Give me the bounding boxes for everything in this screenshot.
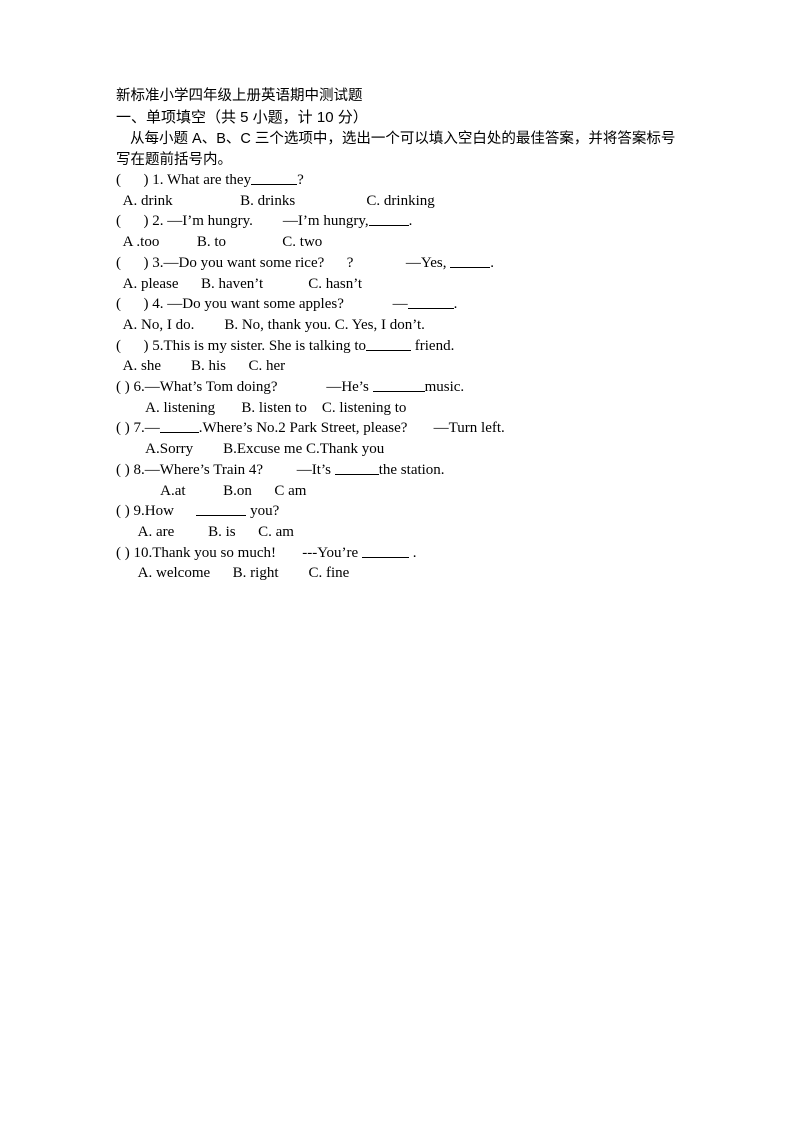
- answer-blank: [450, 253, 491, 268]
- answer-blank: [366, 336, 411, 351]
- question-stem-pre: ( ) 2. —I’m hungry. —I’m hungry,: [116, 213, 369, 230]
- question-stem: ( ) 9.How you?: [116, 501, 716, 522]
- question-stem-post: .Where’s No.2 Park Street, please? —Turn…: [198, 420, 505, 437]
- question-stem: ( ) 6.—What’s Tom doing? —He’s music.: [116, 377, 716, 398]
- question-options: A. please B. haven’t C. hasn’t: [116, 275, 363, 292]
- question-options: A .too B. to C. two: [116, 234, 323, 251]
- question-options: A. welcome B. right C. fine: [116, 565, 350, 582]
- question-stem-pre: ( ) 5.This is my sister. She is talking …: [116, 337, 366, 354]
- question-options: A. drink B. drinks C. drinking: [116, 192, 435, 209]
- question-stem-post: you?: [246, 503, 280, 520]
- question-stem: ( ) 3.—Do you want some rice? ? —Yes, .: [116, 253, 716, 274]
- question-stem-post: .: [490, 254, 495, 271]
- question-options: A.at B.on C am: [116, 482, 307, 499]
- question-stem-post: ?: [297, 172, 304, 188]
- page-title: 新标准小学四年级上册英语期中测试题: [116, 88, 363, 104]
- answer-blank: [159, 419, 199, 434]
- answer-blank: [407, 294, 454, 310]
- question-options: A. listening B. listen to C. listening t…: [116, 399, 407, 416]
- question-stem: ( ) 7.— .Where’s No.2 Park Street, please…: [116, 418, 716, 439]
- question-stem-post: the station.: [378, 461, 445, 478]
- answer-blank: [334, 460, 379, 475]
- answer-blank: [196, 501, 247, 517]
- question-stem-pre: ( ) 10.Thank you so much! ---You’re: [116, 544, 362, 561]
- question-stem-pre: ( ) 8.—Where’s Train 4? —It’s: [116, 461, 335, 478]
- question-stem-pre: ( ) 7.—: [116, 420, 160, 437]
- question-stem-post: .: [453, 296, 458, 313]
- section-instruction: 从每小题 A、B、C 三个选项中，选出一个可以填入空白处的最佳答案，并将答案标号…: [116, 131, 676, 168]
- answer-blank: [368, 212, 409, 227]
- question-stem-post: .: [408, 213, 413, 230]
- question-stem-pre: ( ) 9.How: [116, 503, 197, 520]
- question-stem-post: music.: [424, 379, 465, 396]
- question-stem-pre: ( ) 4. —Do you want some apples? —: [116, 296, 408, 313]
- question-stem-post: .: [408, 544, 417, 561]
- question-stem: ( ) 2. —I’m hungry. —I’m hungry,.: [116, 211, 716, 232]
- question-stem: ( ) 1. What are they?: [116, 170, 716, 191]
- section-heading: 一、单项填空（共 5 小题，计 10 分）: [116, 109, 368, 126]
- question-stem: ( ) 10.Thank you so much! ---You’re .: [116, 543, 716, 564]
- question-options: A. she B. his C. her: [116, 358, 286, 375]
- answer-blank: [361, 543, 409, 558]
- document-body: 新标准小学四年级上册英语期中测试题 一、单项填空（共 5 小题，计 10 分） …: [116, 86, 716, 584]
- question-stem-pre: ( ) 1. What are they: [116, 172, 252, 188]
- question-options: A. No, I do. B. No, thank you. C. Yes, I…: [116, 316, 425, 333]
- question-stem: ( ) 8.—Where’s Train 4? —It’s the statio…: [116, 460, 716, 481]
- question-stem: ( ) 5.This is my sister. She is talking …: [116, 336, 716, 357]
- question-stem: ( ) 4. —Do you want some apples? —.: [116, 294, 716, 315]
- document-page: 新标准小学四年级上册英语期中测试题 一、单项填空（共 5 小题，计 10 分） …: [0, 0, 794, 1123]
- answer-blank: [372, 377, 425, 393]
- answer-blank: [251, 170, 298, 185]
- question-options: A. are B. is C. am: [116, 523, 294, 540]
- question-options: A.Sorry B.Excuse me C.Thank you: [116, 441, 385, 458]
- question-stem-pre: ( ) 3.—Do you want some rice? ? —Yes,: [116, 254, 451, 271]
- question-stem-post: friend.: [411, 337, 455, 354]
- question-stem-pre: ( ) 6.—What’s Tom doing? —He’s: [116, 379, 373, 396]
